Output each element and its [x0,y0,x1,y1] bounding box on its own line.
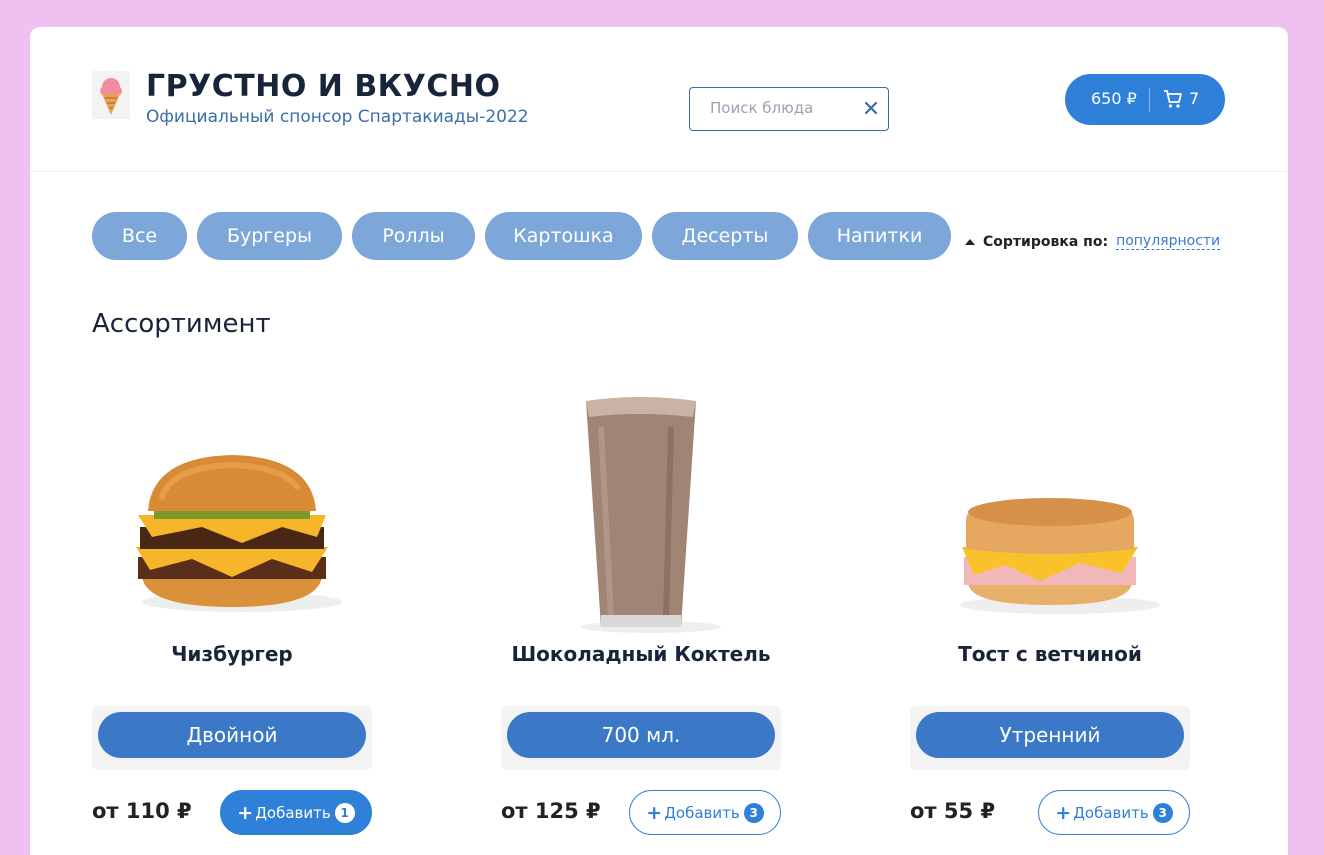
category-drinks[interactable]: Напитки [808,212,951,260]
quantity-badge: 3 [743,802,764,823]
add-to-cart-button[interactable]: + Добавить 3 [1038,790,1190,835]
product-card: Тост с ветчиной Утренний от 55 ₽ + Добав… [910,387,1190,855]
category-rolls[interactable]: Роллы [352,212,475,260]
plus-icon: + [237,801,254,824]
product-name: Тост с ветчиной [958,642,1142,666]
product-name: Чизбургер [171,642,293,666]
cart-count: 7 [1189,89,1200,108]
cart-total: 650 ₽ [1091,89,1137,108]
sort-value[interactable]: популярности [1116,233,1221,250]
quantity-badge: 1 [334,802,355,823]
plus-icon: + [646,801,663,824]
ham-toast-image [960,498,1160,614]
product-price: от 110 ₽ [92,799,192,823]
variant-option[interactable]: 700 мл. [507,712,775,758]
variant-selector: Двойной [92,706,372,770]
quantity-badge: 3 [1152,802,1173,823]
variant-option[interactable]: Утренний [916,712,1184,758]
main-card: ГРУСТНО И ВКУСНО Официальный спонсор Спа… [30,27,1288,855]
variant-option[interactable]: Двойной [98,712,366,758]
section-title: Ассортимент [92,309,271,339]
add-label: Добавить [255,803,331,822]
product-name: Шоколадный Коктель [511,642,771,666]
cart-icon [1164,90,1182,108]
category-burgers[interactable]: Бургеры [197,212,342,260]
ice-cream-icon [92,71,130,119]
header: ГРУСТНО И ВКУСНО Официальный спонсор Спа… [30,27,1288,172]
add-label: Добавить [1073,803,1149,822]
variant-selector: Утренний [910,706,1190,770]
close-icon[interactable] [862,99,880,117]
category-all[interactable]: Все [92,212,187,260]
category-fries[interactable]: Картошка [485,212,642,260]
add-label: Добавить [664,803,740,822]
sort-arrow-icon[interactable] [965,238,975,245]
product-card: Шоколадный Коктель 700 мл. от 125 ₽ + До… [501,387,781,855]
cheeseburger-image [136,455,342,612]
search-input[interactable] [690,88,850,128]
cart-divider [1149,88,1150,112]
add-to-cart-button[interactable]: + Добавить 1 [220,790,372,835]
category-desserts[interactable]: Десерты [652,212,798,260]
plus-icon: + [1055,801,1072,824]
product-card: Чизбургер Двойной от 110 ₽ + Добавить 1 [92,387,372,855]
site-title: ГРУСТНО И ВКУСНО [146,69,501,104]
cart-button[interactable]: 650 ₽ 7 [1065,74,1225,125]
chocolate-shake-image [581,397,721,633]
product-price: от 55 ₽ [910,799,996,823]
variant-selector: 700 мл. [501,706,781,770]
product-price: от 125 ₽ [501,799,601,823]
add-to-cart-button[interactable]: + Добавить 3 [629,790,781,835]
sort-control: Сортировка по: популярности [965,233,1221,250]
site-subtitle: Официальный спонсор Спартакиады-2022 [146,107,529,127]
search-box [689,87,889,131]
sort-label: Сортировка по: [983,233,1109,250]
